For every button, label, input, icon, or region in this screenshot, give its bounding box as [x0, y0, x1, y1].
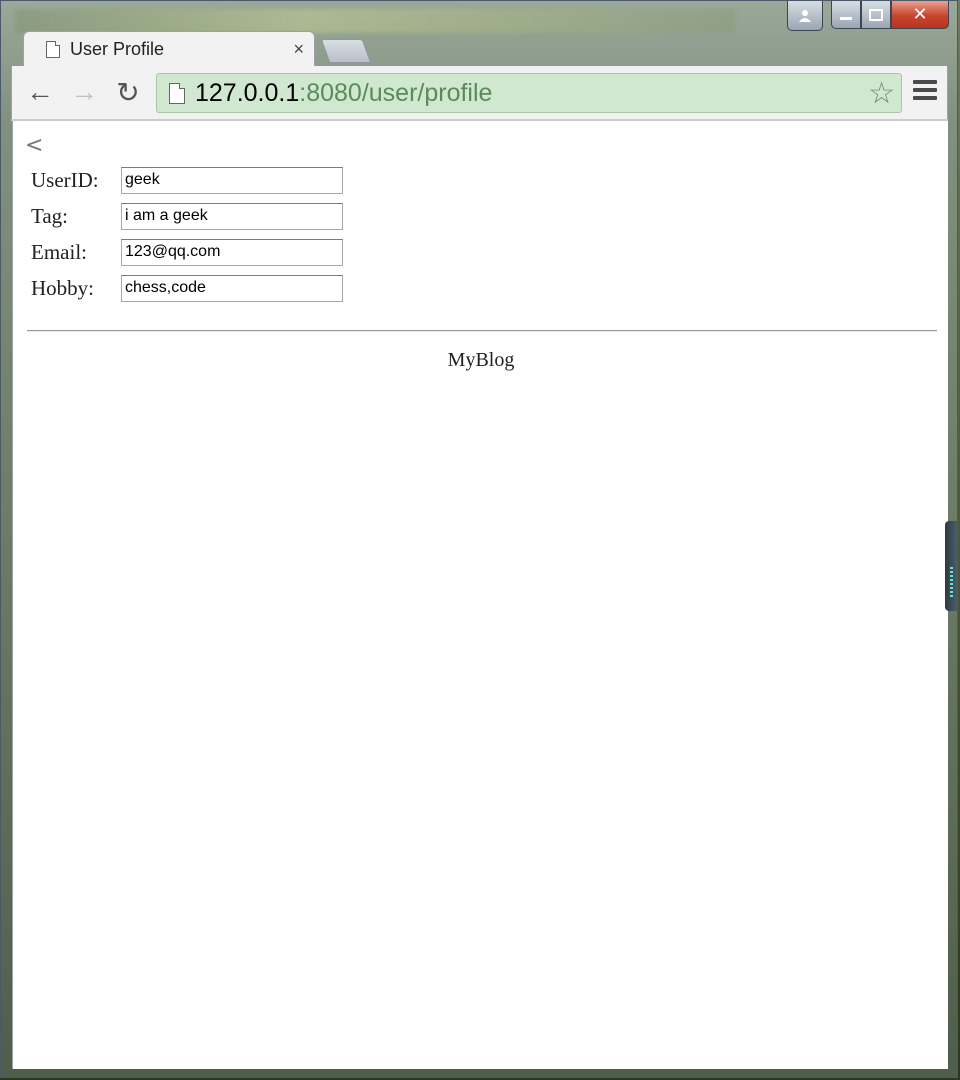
side-dock-widget[interactable]	[945, 521, 957, 611]
url-host: 127.0.0.1	[195, 79, 300, 107]
page-back-chevron-icon[interactable]: <	[25, 133, 43, 158]
maximize-button[interactable]	[861, 1, 891, 29]
tab-close-icon[interactable]: ×	[293, 39, 304, 60]
tag-input[interactable]	[121, 202, 343, 230]
menu-icon[interactable]	[913, 80, 937, 104]
tab-title: User Profile	[70, 39, 165, 59]
url-path: :8080/user/profile	[299, 79, 493, 107]
email-input[interactable]	[121, 238, 343, 266]
user-profile-icon[interactable]	[787, 1, 823, 31]
hobby-input[interactable]	[121, 274, 343, 302]
tag-label: Tag:	[31, 203, 69, 228]
email-label: Email:	[31, 239, 87, 264]
tab-user-profile[interactable]: User Profile ×	[23, 31, 315, 67]
address-bar[interactable]: 127.0.0.1:8080/user/profile ☆	[156, 73, 902, 113]
back-arrow-icon[interactable]: ←	[24, 76, 56, 108]
horizontal-rule	[27, 330, 937, 332]
form-row-hobby: Hobby:	[31, 273, 343, 303]
close-window-button[interactable]: ✕	[891, 1, 949, 29]
background-window-title	[15, 9, 735, 33]
form-row-tag: Tag:	[31, 201, 343, 231]
hobby-label: Hobby:	[31, 275, 94, 300]
userid-input[interactable]	[121, 166, 343, 194]
browser-toolbar: ← → ↻ 127.0.0.1:8080/user/profile ☆	[11, 66, 948, 120]
page-icon	[169, 83, 185, 104]
bookmark-star-icon[interactable]: ☆	[868, 76, 895, 111]
reload-icon[interactable]: ↻	[112, 76, 144, 108]
form-row-email: Email:	[31, 237, 343, 267]
userid-label: UserID:	[31, 167, 99, 192]
page-icon	[46, 41, 60, 58]
url-text[interactable]: 127.0.0.1:8080/user/profile	[195, 79, 492, 108]
browser-window: ✕ User Profile × ← → ↻ 127.0.0.1:8080/us…	[0, 0, 958, 1078]
minimize-button[interactable]	[831, 1, 861, 29]
forward-arrow-icon[interactable]: →	[68, 76, 100, 108]
page-content: < UserID: Tag: Email: Hobby: MyBlog	[12, 121, 948, 1069]
form-row-userid: UserID:	[31, 165, 343, 195]
new-tab-button[interactable]	[320, 39, 372, 63]
window-controls: ✕	[787, 1, 949, 31]
footer-brand: MyBlog	[447, 349, 515, 371]
